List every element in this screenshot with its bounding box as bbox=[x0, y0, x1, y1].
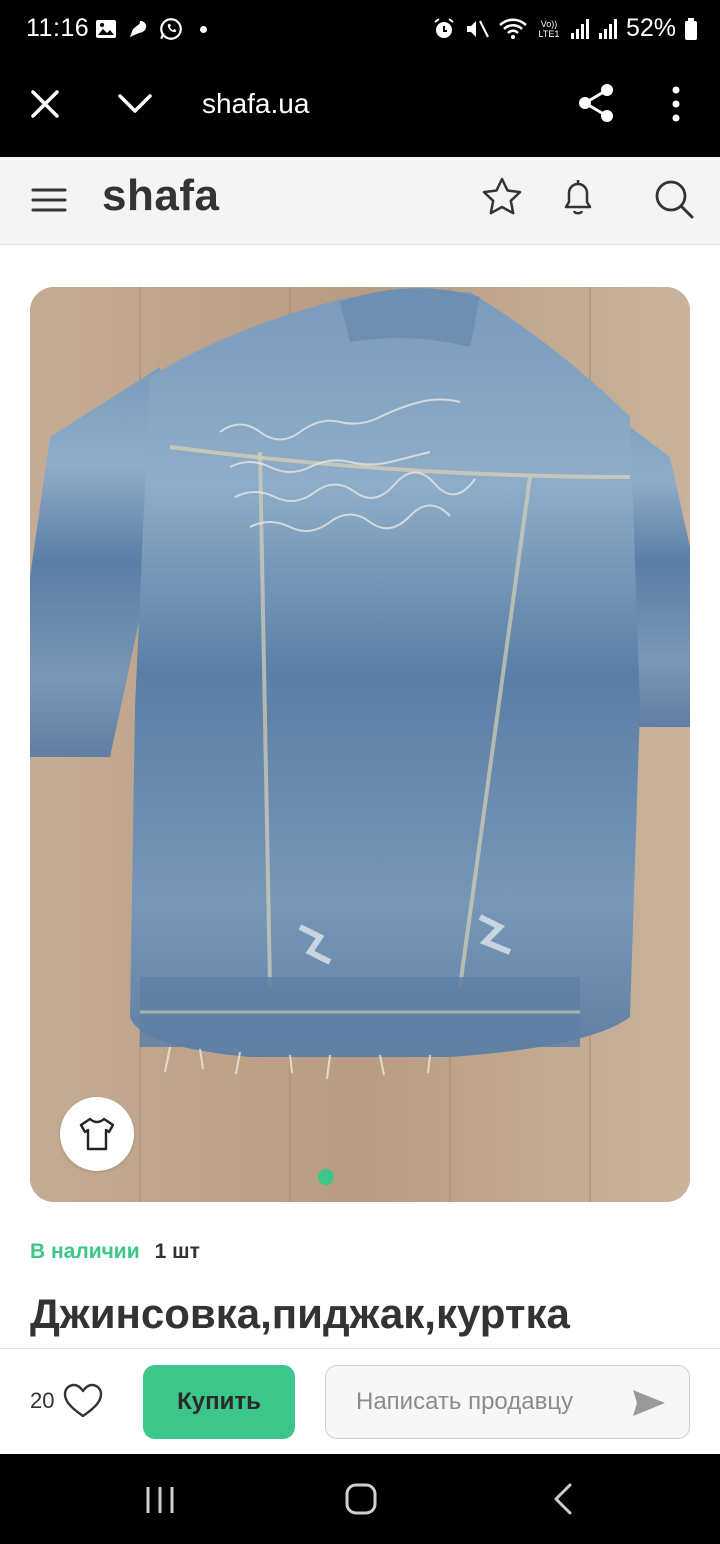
site-logo[interactable]: shafa bbox=[102, 171, 219, 221]
chevron-down-icon[interactable] bbox=[116, 88, 154, 120]
notification-dot bbox=[200, 25, 207, 33]
availability-status: В наличии bbox=[30, 1240, 140, 1263]
battery-percent: 52% bbox=[625, 14, 676, 42]
status-time: 11:16 bbox=[26, 14, 90, 42]
send-icon[interactable] bbox=[631, 1387, 667, 1419]
availability-quantity: 1 шт bbox=[154, 1240, 200, 1263]
back-icon[interactable] bbox=[552, 1482, 574, 1516]
star-icon[interactable] bbox=[480, 175, 524, 219]
size-chart-button[interactable] bbox=[60, 1097, 134, 1171]
status-bar: 11:16 Vo)) LTE1 52% bbox=[0, 0, 720, 62]
search-icon[interactable] bbox=[652, 177, 696, 221]
bell-icon[interactable] bbox=[556, 175, 600, 219]
buy-button[interactable]: Купить bbox=[143, 1365, 295, 1439]
whatsapp-icon bbox=[160, 18, 182, 40]
home-icon[interactable] bbox=[344, 1482, 378, 1516]
url-text[interactable]: shafa.ua bbox=[202, 88, 309, 120]
wifi-icon bbox=[499, 18, 527, 39]
gallery-dot-active[interactable] bbox=[318, 1169, 334, 1185]
tshirt-icon bbox=[79, 1117, 115, 1151]
mute-icon bbox=[466, 20, 489, 37]
availability: В наличии 1 шт bbox=[30, 1240, 200, 1264]
battery-icon bbox=[685, 17, 697, 40]
product-title: Джинсовка,пиджак,куртка bbox=[30, 1290, 570, 1337]
heart-icon bbox=[64, 1383, 103, 1418]
product-photo bbox=[30, 287, 690, 1202]
signal-icon bbox=[598, 18, 617, 39]
volte-icon: Vo)) LTE1 bbox=[538, 18, 560, 39]
product-gallery[interactable] bbox=[30, 287, 690, 1202]
close-icon[interactable] bbox=[27, 86, 63, 122]
more-vertical-icon[interactable] bbox=[664, 84, 688, 124]
menu-icon[interactable] bbox=[30, 185, 68, 215]
gallery-icon bbox=[96, 20, 116, 38]
recents-icon[interactable] bbox=[144, 1485, 176, 1515]
alarm-icon bbox=[434, 17, 454, 38]
like-button[interactable]: 20 bbox=[30, 1383, 104, 1419]
system-nav-bar bbox=[0, 1454, 720, 1544]
share-icon[interactable] bbox=[576, 82, 616, 124]
messenger-icon bbox=[130, 21, 147, 37]
likes-count: 20 bbox=[30, 1388, 55, 1413]
site-header: shafa bbox=[0, 157, 720, 245]
message-placeholder: Написать продавцу bbox=[356, 1388, 574, 1415]
message-seller-field[interactable]: Написать продавцу bbox=[325, 1365, 690, 1439]
signal-icon bbox=[570, 18, 589, 39]
browser-toolbar: shafa.ua bbox=[0, 62, 720, 157]
action-bar: 20 Купить Написать продавцу bbox=[0, 1348, 720, 1454]
